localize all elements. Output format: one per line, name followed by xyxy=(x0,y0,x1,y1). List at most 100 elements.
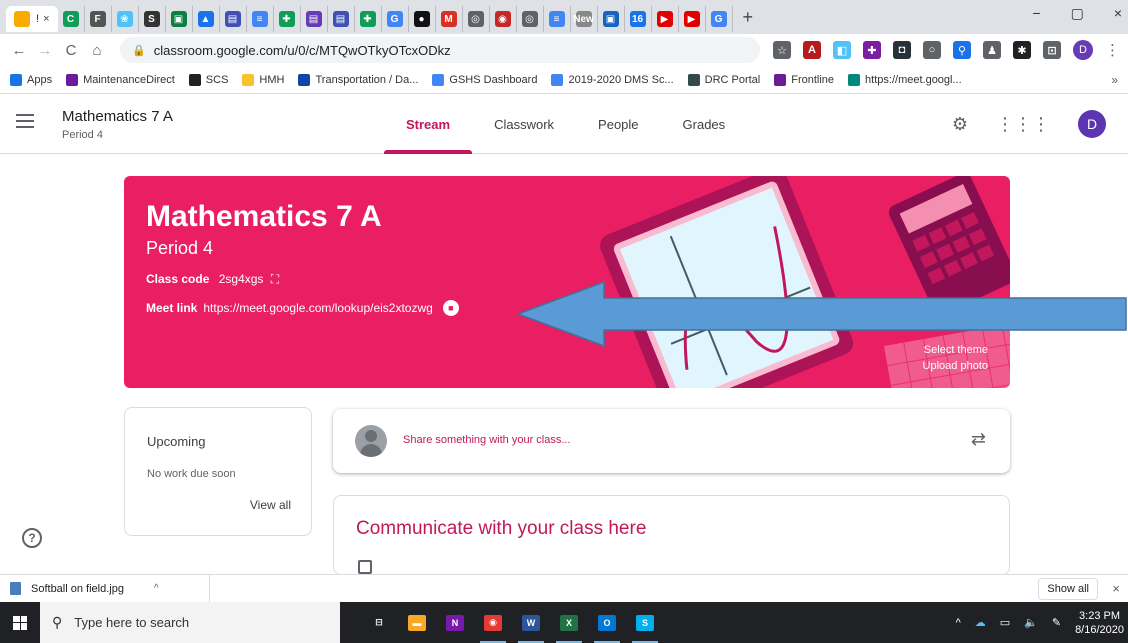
account-avatar[interactable]: D xyxy=(1078,110,1106,138)
new-tab-button[interactable]: + xyxy=(743,7,754,28)
taskbar-app[interactable]: N xyxy=(436,602,474,643)
chevron-up-icon[interactable]: ^ xyxy=(154,583,159,594)
bookmark-item[interactable]: 2019-2020 DMS Sc... xyxy=(551,73,674,86)
pen-icon[interactable]: ✎ xyxy=(1052,616,1061,629)
close-download-bar-button[interactable]: × xyxy=(1112,581,1120,596)
browser-tab[interactable]: S xyxy=(139,6,166,32)
browser-tab[interactable]: ✚ xyxy=(355,6,382,32)
pdf-extension-icon[interactable]: A xyxy=(803,41,821,59)
person-extension-icon[interactable]: ♟ xyxy=(983,41,1001,59)
battery-icon[interactable]: ▭ xyxy=(1000,616,1010,629)
class-name[interactable]: Mathematics 7 A xyxy=(62,108,173,125)
bookmark-item[interactable]: Frontline xyxy=(774,73,834,86)
tab-classwork[interactable]: Classwork xyxy=(472,94,576,154)
word-icon: W xyxy=(522,614,540,631)
show-all-button[interactable]: Show all xyxy=(1038,578,1098,600)
meet-video-icon[interactable]: ■ xyxy=(442,300,459,316)
start-button[interactable] xyxy=(0,602,40,643)
settings-gear-icon[interactable]: ⚙ xyxy=(952,114,968,135)
browser-tab[interactable]: ▲ xyxy=(193,6,220,32)
repost-icon[interactable]: ⇄ xyxy=(971,429,986,450)
browser-tab[interactable]: ◉ xyxy=(490,6,517,32)
bookmark-star-icon[interactable]: ☆ xyxy=(773,41,791,59)
browser-tab[interactable]: M xyxy=(436,6,463,32)
browser-tab[interactable]: G xyxy=(706,6,733,32)
back-button[interactable]: ← xyxy=(8,42,30,59)
extensions-puzzle-icon[interactable]: ✱ xyxy=(1013,41,1031,59)
class-section: Period 4 xyxy=(62,129,103,141)
fullscreen-code-icon[interactable]: ⛶ xyxy=(271,272,279,286)
forward-button[interactable]: → xyxy=(34,42,56,59)
taskbar-app[interactable]: S xyxy=(626,602,664,643)
tab-grades[interactable]: Grades xyxy=(661,94,748,154)
taskbar-app[interactable]: ⊟ xyxy=(360,602,398,643)
browser-tab[interactable]: F xyxy=(85,6,112,32)
reload-button[interactable]: C xyxy=(60,42,82,59)
taskbar-search[interactable]: ⚲ Type here to search xyxy=(40,602,340,643)
help-icon[interactable]: ? xyxy=(22,528,42,548)
browser-tab[interactable]: G xyxy=(382,6,409,32)
bookmark-item[interactable]: GSHS Dashboard xyxy=(432,73,537,86)
circle-extension-icon[interactable]: ○ xyxy=(923,41,941,59)
view-all-link[interactable]: View all xyxy=(250,498,291,512)
browser-tab[interactable]: ▣ xyxy=(166,6,193,32)
class-code-value[interactable]: 2sg4xgs xyxy=(219,272,264,286)
bookmark-item[interactable]: Transportation / Da... xyxy=(298,73,418,86)
share-box[interactable]: Share something with your class... ⇄ xyxy=(333,409,1010,473)
taskbar-app[interactable]: X xyxy=(550,602,588,643)
cast-icon[interactable]: ⊡ xyxy=(1043,41,1061,59)
browser-tab[interactable]: ≡ xyxy=(247,6,274,32)
bookmark-item[interactable]: SCS xyxy=(188,73,228,86)
taskbar-app[interactable]: W xyxy=(512,602,550,643)
puzzle-extension-icon[interactable]: ✚ xyxy=(863,41,881,59)
browser-tab[interactable]: ▤ xyxy=(301,6,328,32)
bookmark-item[interactable]: HMH xyxy=(242,73,284,86)
upload-photo-link[interactable]: Upload photo xyxy=(923,358,988,374)
clock[interactable]: 3:23 PM 8/16/2020 xyxy=(1075,609,1124,637)
url-bar[interactable]: 🔒 classroom.google.com/u/0/c/MTQwOTkyOTc… xyxy=(120,37,760,63)
tray-cloud-icon[interactable]: ☁ xyxy=(975,616,986,629)
browser-tab[interactable]: C xyxy=(58,6,85,32)
meet-link[interactable]: https://meet.google.com/lookup/eis2xtozw… xyxy=(203,301,432,315)
bookmark-item[interactable]: https://meet.googl... xyxy=(848,73,962,86)
browser-tab[interactable]: New xyxy=(571,6,598,32)
link-extension-icon[interactable]: ⚲ xyxy=(953,41,971,59)
taskbar-app[interactable]: O xyxy=(588,602,626,643)
bookmarks-overflow-button[interactable]: » xyxy=(1111,73,1118,87)
browser-tab[interactable]: ▤ xyxy=(328,6,355,32)
browser-tab[interactable]: ● xyxy=(409,6,436,32)
taskbar-app[interactable]: ◉ xyxy=(474,602,512,643)
browser-tab[interactable]: ! × xyxy=(6,6,58,32)
tab-close-icon[interactable]: × xyxy=(43,13,49,25)
tab-stream[interactable]: Stream xyxy=(384,94,473,154)
minimize-button[interactable]: − xyxy=(1032,5,1040,22)
main-menu-icon[interactable] xyxy=(16,114,34,128)
apps-grid-icon[interactable]: ⋮⋮⋮ xyxy=(996,114,1050,135)
browser-tab[interactable]: ▣ xyxy=(598,6,625,32)
browser-tab[interactable]: ◎ xyxy=(517,6,544,32)
screencast-extension-icon[interactable]: ◧ xyxy=(833,41,851,59)
browser-tab[interactable]: ▶ xyxy=(679,6,706,32)
browser-profile-avatar[interactable]: D xyxy=(1073,40,1093,60)
volume-icon[interactable]: 🔈 xyxy=(1024,616,1038,629)
browser-tab[interactable]: ▤ xyxy=(220,6,247,32)
bookmark-item[interactable]: Apps xyxy=(10,73,52,86)
browser-tab[interactable]: ❀ xyxy=(112,6,139,32)
tray-chevron-icon[interactable]: ^ xyxy=(956,617,961,629)
browser-tab[interactable]: ≡ xyxy=(544,6,571,32)
browser-tab[interactable]: ✚ xyxy=(274,6,301,32)
tab-people[interactable]: People xyxy=(576,94,660,154)
taskbar-app[interactable]: ▬ xyxy=(398,602,436,643)
browser-tab[interactable]: ▶ xyxy=(652,6,679,32)
browser-menu-icon[interactable]: ⋮ xyxy=(1105,41,1120,59)
close-window-button[interactable]: × xyxy=(1114,5,1122,22)
home-button[interactable]: ⌂ xyxy=(86,42,108,59)
download-item[interactable]: Softball on field.jpg ^ xyxy=(0,574,210,603)
browser-tab[interactable]: ◎ xyxy=(463,6,490,32)
browser-tab[interactable]: 16 xyxy=(625,6,652,32)
share-placeholder[interactable]: Share something with your class... xyxy=(403,434,571,446)
bookmark-item[interactable]: DRC Portal xyxy=(687,73,760,86)
camera-extension-icon[interactable]: ◘ xyxy=(893,41,911,59)
bookmark-item[interactable]: MaintenanceDirect xyxy=(66,73,175,86)
restore-button[interactable]: ▢ xyxy=(1071,5,1084,22)
